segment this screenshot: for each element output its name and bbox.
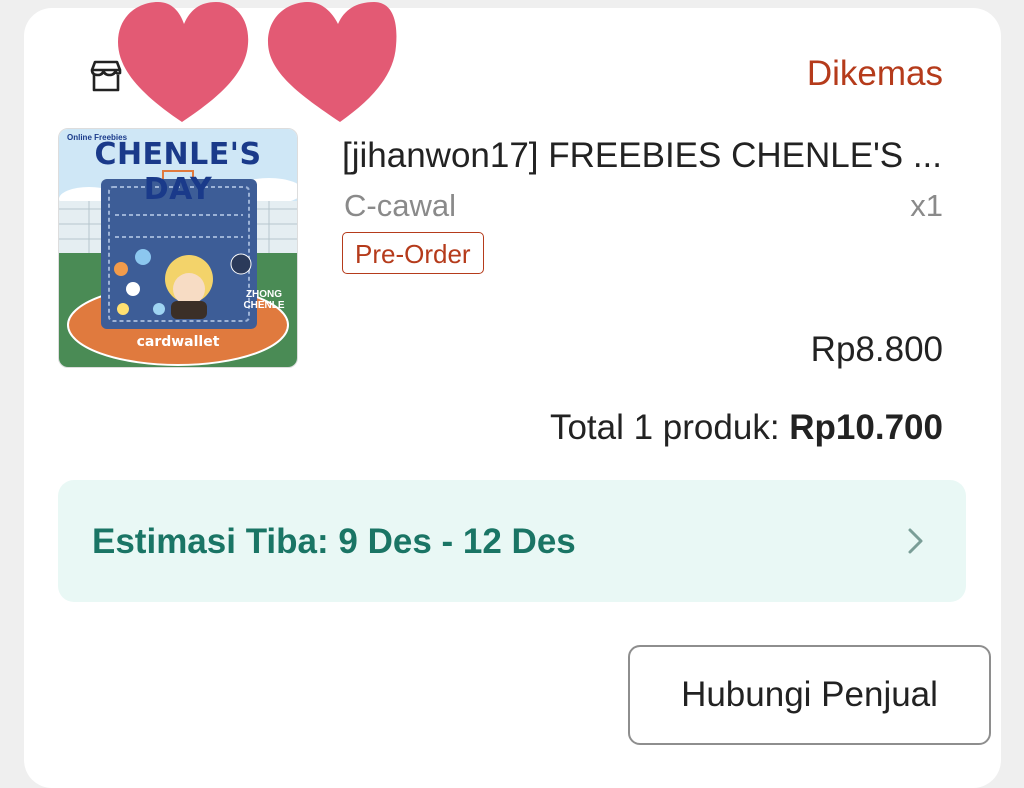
estimated-arrival-banner[interactable]: Estimasi Tiba: 9 Des - 12 Des	[58, 480, 966, 602]
product-variation: C-cawal	[344, 188, 456, 223]
product-quantity: x1	[910, 188, 943, 223]
preorder-badge: Pre-Order	[342, 232, 484, 274]
product-title[interactable]: [jihanwon17] FREEBIES CHENLE'S ...	[342, 136, 990, 176]
chevron-right-icon	[906, 526, 926, 556]
product-thumbnail[interactable]: Online Freebies CHENLE'S DAY ZHONG CHENL…	[58, 128, 298, 368]
product-price: Rp8.800	[810, 330, 943, 369]
total-label: Total 1 produk:	[549, 408, 780, 447]
contact-seller-button[interactable]: Hubungi Penjual	[628, 645, 991, 745]
total-value: Rp10.700	[789, 408, 943, 447]
order-total: Total 1 produk: Rp10.700	[550, 408, 943, 448]
heart-overlay	[112, 0, 412, 135]
order-status: Dikemas	[806, 54, 943, 93]
thumbnail-name-label: ZHONG CHENLE	[243, 289, 285, 311]
estimated-arrival-text: Estimasi Tiba: 9 Des - 12 Des	[92, 522, 576, 561]
thumbnail-item-label: cardwallet	[136, 334, 220, 350]
thumbnail-title: CHENLE'S DAY	[94, 137, 262, 207]
